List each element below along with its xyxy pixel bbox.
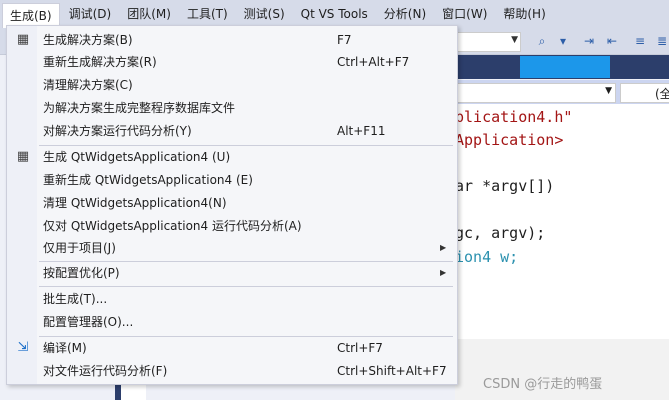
menu-item-label: 对文件运行代码分析(F) xyxy=(43,364,168,378)
menu-item-label: 生成 QtWidgetsApplication4 (U) xyxy=(43,150,231,164)
menu-item-project-only[interactable]: 仅用于项目(J) ▶ xyxy=(7,237,457,259)
compile-icon: ⇲ xyxy=(17,340,29,355)
menu-tools[interactable]: 工具(T) xyxy=(180,3,235,25)
menu-item-run-code-analysis-project[interactable]: 仅对 QtWidgetsApplication4 运行代码分析(A) xyxy=(7,215,457,237)
menu-item-run-code-analysis-file[interactable]: 对文件运行代码分析(F) Ctrl+Shift+Alt+F7 xyxy=(7,360,457,382)
menu-item-clean-project[interactable]: 清理 QtWidgetsApplication4(N) xyxy=(7,192,457,214)
chevron-down-icon: ▼ xyxy=(605,86,612,96)
menu-item-label: 仅对 QtWidgetsApplication4 运行代码分析(A) xyxy=(43,219,302,233)
code-line: Application> xyxy=(455,131,564,149)
menu-item-configuration-manager[interactable]: 配置管理器(O)... xyxy=(7,311,457,333)
menu-window[interactable]: 窗口(W) xyxy=(435,3,494,25)
uncomment-icon[interactable]: ≣ xyxy=(655,34,669,48)
menu-item-label: 按配置优化(P) xyxy=(43,266,120,280)
menu-item-pgo[interactable]: 按配置优化(P) ▶ xyxy=(7,262,457,284)
left-panel xyxy=(0,384,115,400)
build-solution-icon: ▦ xyxy=(16,32,30,47)
menu-item-label: 生成解决方案(B) xyxy=(43,33,133,47)
menu-item-shortcut: Alt+F11 xyxy=(337,124,386,138)
menu-item-run-code-analysis-solution[interactable]: 对解决方案运行代码分析(Y) Alt+F11 xyxy=(7,120,457,142)
menu-item-label: 重新生成 QtWidgetsApplication4 (E) xyxy=(43,173,253,187)
menu-item-build-solution[interactable]: ▦ 生成解决方案(B) F7 xyxy=(7,29,457,51)
menu-debug[interactable]: 调试(D) xyxy=(62,3,119,25)
outdent-icon[interactable]: ⇤ xyxy=(605,34,619,48)
toolbar-combo[interactable]: ▼ xyxy=(455,32,521,52)
menu-item-label: 配置管理器(O)... xyxy=(43,315,134,329)
chevron-down-icon: ▼ xyxy=(511,35,518,45)
submenu-arrow-icon: ▶ xyxy=(440,243,447,252)
menu-item-label: 重新生成解决方案(R) xyxy=(43,55,157,69)
menu-item-label: 为解决方案生成完整程序数据库文件 xyxy=(43,101,236,115)
menu-bar: 生成(B) 调试(D) 团队(M) 工具(T) 测试(S) Qt VS Tool… xyxy=(0,0,669,29)
menu-qt-vs-tools[interactable]: Qt VS Tools xyxy=(294,3,375,25)
submenu-arrow-icon: ▶ xyxy=(440,268,447,277)
find-icon[interactable]: ⌕ xyxy=(535,34,549,48)
code-line: ar *argv[]) xyxy=(455,177,555,195)
menu-item-shortcut: F7 xyxy=(337,33,352,47)
menu-item-label: 清理解决方案(C) xyxy=(43,78,133,92)
menu-item-rebuild-project[interactable]: 重新生成 QtWidgetsApplication4 (E) xyxy=(7,169,457,191)
menu-item-rebuild-solution[interactable]: 重新生成解决方案(R) Ctrl+Alt+F7 xyxy=(7,51,457,73)
menu-item-label: 对解决方案运行代码分析(Y) xyxy=(43,124,192,138)
build-project-icon: ▦ xyxy=(16,149,30,164)
dropdown-arrow-icon[interactable]: ▾ xyxy=(556,34,570,48)
left-pane xyxy=(121,384,146,400)
menu-item-label: 清理 QtWidgetsApplication4(N) xyxy=(43,196,227,210)
menu-separator xyxy=(39,286,453,287)
indent-icon[interactable]: ⇥ xyxy=(582,34,596,48)
code-line: gc, argv); xyxy=(455,224,546,242)
menu-item-label: 仅用于项目(J) xyxy=(43,241,116,255)
code-editor[interactable]: plication4.h" Application> ar *argv[]) g… xyxy=(455,104,669,339)
menu-item-shortcut: Ctrl+F7 xyxy=(337,341,383,355)
menu-item-clean-solution[interactable]: 清理解决方案(C) xyxy=(7,74,457,96)
watermark: CSDN @行走的鸭蛋 xyxy=(483,377,603,392)
code-line: ion4 w; xyxy=(455,248,519,266)
menu-item-shortcut: Ctrl+Shift+Alt+F7 xyxy=(337,364,447,378)
menu-item-label: 编译(M) xyxy=(43,341,87,355)
member-combo-value: (全 xyxy=(655,87,669,101)
member-combo[interactable]: (全 xyxy=(620,83,669,103)
menu-test[interactable]: 测试(S) xyxy=(237,3,292,25)
menu-item-compile[interactable]: ⇲ 编译(M) Ctrl+F7 xyxy=(7,337,457,359)
build-menu-dropdown: ▦ 生成解决方案(B) F7 重新生成解决方案(R) Ctrl+Alt+F7 清… xyxy=(6,25,458,385)
menu-item-generate-pdb[interactable]: 为解决方案生成完整程序数据库文件 xyxy=(7,97,457,119)
code-line: plication4.h" xyxy=(455,108,573,126)
menu-item-batch-build[interactable]: 批生成(T)... xyxy=(7,288,457,310)
comment-icon[interactable]: ≡ xyxy=(633,34,647,48)
menu-item-shortcut: Ctrl+Alt+F7 xyxy=(337,55,410,69)
menu-team[interactable]: 团队(M) xyxy=(120,3,178,25)
document-tab[interactable] xyxy=(520,56,610,78)
menu-analyze[interactable]: 分析(N) xyxy=(377,3,433,25)
menu-help[interactable]: 帮助(H) xyxy=(496,3,552,25)
menu-item-label: 批生成(T)... xyxy=(43,292,108,306)
scope-combo[interactable]: ▼ xyxy=(456,83,616,103)
menu-item-build-project[interactable]: ▦ 生成 QtWidgetsApplication4 (U) xyxy=(7,146,457,168)
